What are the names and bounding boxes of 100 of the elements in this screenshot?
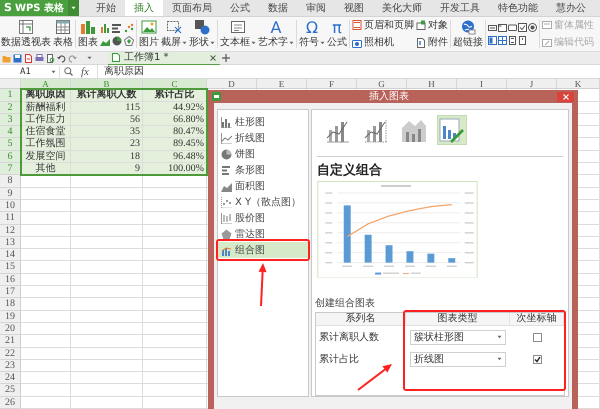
cell[interactable]: 其他 <box>21 163 71 176</box>
cell[interactable] <box>21 188 71 200</box>
row-number[interactable]: 23 <box>0 360 21 372</box>
row-number[interactable]: 24 <box>0 372 21 384</box>
button-control-icon[interactable] <box>508 23 517 32</box>
cell[interactable] <box>143 298 207 311</box>
checkbox-icon[interactable] <box>518 23 527 32</box>
dropdown-caret-icon[interactable] <box>497 357 502 362</box>
chart-style-button[interactable] <box>437 114 467 145</box>
pdf-icon[interactable] <box>24 54 33 63</box>
cell[interactable]: 工作压力 <box>21 114 71 126</box>
caret-icon[interactable] <box>87 56 92 60</box>
print-preview-icon[interactable] <box>46 54 55 63</box>
cell[interactable] <box>21 360 71 372</box>
menu-tab[interactable]: 特色功能 <box>488 0 547 16</box>
row-number[interactable]: 17 <box>0 286 21 298</box>
cell[interactable]: 115 <box>71 102 143 114</box>
caret-icon[interactable] <box>51 70 56 74</box>
menu-tab[interactable]: 慧办公 <box>546 0 595 16</box>
bar-chart-icon[interactable] <box>112 22 122 33</box>
cell[interactable] <box>21 322 71 336</box>
dropdown-caret-icon[interactable] <box>497 335 502 340</box>
list-box-icon[interactable] <box>488 36 497 46</box>
cell[interactable]: 96.48% <box>143 150 207 164</box>
ribbon-command[interactable]: 形状 <box>189 16 215 52</box>
caret-icon[interactable] <box>289 40 294 45</box>
ribbon-command[interactable]: Ω 符号 <box>299 16 325 52</box>
cell[interactable]: 23 <box>71 138 143 151</box>
cell[interactable]: 18 <box>71 150 143 164</box>
row-number[interactable]: 14 <box>0 249 21 262</box>
menu-tab[interactable]: 插入 <box>124 0 163 16</box>
chart-type-item[interactable]: X Y（散点图） <box>218 194 308 210</box>
cell[interactable] <box>21 298 71 311</box>
row-number[interactable]: 11 <box>0 212 21 225</box>
row-number[interactable]: 20 <box>0 322 21 336</box>
chart-type-item[interactable]: 饼图 <box>218 146 308 162</box>
save-icon[interactable] <box>13 54 22 63</box>
ribbon-command[interactable]: 对象 <box>416 20 448 31</box>
menu-tab[interactable]: 开发工具 <box>430 0 489 16</box>
cell[interactable] <box>143 322 207 336</box>
cell[interactable] <box>71 175 143 188</box>
function-label[interactable]: fx <box>81 66 89 78</box>
cell[interactable] <box>143 360 207 372</box>
caret-icon[interactable] <box>182 40 187 45</box>
cell[interactable] <box>143 335 207 348</box>
cell[interactable] <box>71 310 143 323</box>
chart-type-item[interactable]: 股价图 <box>218 210 308 226</box>
cell[interactable] <box>143 286 207 298</box>
cell[interactable]: 66.80% <box>143 114 207 126</box>
printer-icon[interactable] <box>35 54 44 63</box>
ribbon-command[interactable]: 附件 <box>416 37 448 48</box>
chart-type-item[interactable]: 条形图 <box>218 162 308 178</box>
caret-icon[interactable] <box>210 40 215 45</box>
menu-tab[interactable]: 美化大师 <box>372 0 431 16</box>
chart-type-item[interactable]: 折线图 <box>218 130 308 146</box>
row-number[interactable]: 16 <box>0 274 21 286</box>
select-all-corner[interactable] <box>0 79 21 90</box>
cell[interactable] <box>71 348 143 360</box>
cell[interactable] <box>21 212 71 225</box>
cell[interactable] <box>71 200 143 212</box>
cell[interactable] <box>143 348 207 360</box>
document-tab[interactable]: 工作簿1 * <box>108 52 220 65</box>
cell[interactable] <box>21 396 71 409</box>
cell[interactable] <box>21 310 71 323</box>
row-number[interactable]: 19 <box>0 310 21 323</box>
ribbon-command[interactable]: 超链接 <box>453 16 483 52</box>
cell[interactable] <box>21 249 71 262</box>
row-number[interactable]: 10 <box>0 200 21 212</box>
cell[interactable] <box>21 236 71 250</box>
pie-chart-icon[interactable] <box>112 36 122 46</box>
row-number[interactable]: 7 <box>0 163 21 176</box>
row-number[interactable]: 9 <box>0 188 21 200</box>
cell[interactable] <box>71 236 143 250</box>
menu-tab[interactable]: 数据 <box>258 0 297 16</box>
cell[interactable] <box>21 200 71 212</box>
cell[interactable] <box>21 384 71 397</box>
checkbox[interactable] <box>532 332 542 342</box>
ribbon-command[interactable]: 照相机 <box>352 37 414 48</box>
cell[interactable] <box>21 372 71 384</box>
label-control-icon[interactable] <box>488 23 497 32</box>
row-number[interactable]: 18 <box>0 298 21 311</box>
cell[interactable] <box>71 384 143 397</box>
group-box-icon[interactable] <box>498 23 507 32</box>
formula-field[interactable]: 离职原因 <box>96 65 600 78</box>
cell[interactable] <box>143 175 207 188</box>
cell[interactable] <box>71 212 143 225</box>
name-box[interactable]: A1 <box>0 66 60 78</box>
chart-type-item[interactable]: 组合图 <box>218 242 308 258</box>
menu-tab[interactable]: 审阅 <box>296 0 335 16</box>
combo-box-icon[interactable] <box>498 36 507 46</box>
cell[interactable]: 35 <box>71 126 143 138</box>
menu-tab[interactable]: 开始 <box>86 0 125 16</box>
ribbon-command[interactable]: 截屏 <box>161 16 187 52</box>
cell[interactable] <box>71 298 143 311</box>
cell[interactable] <box>143 274 207 286</box>
cell[interactable] <box>143 372 207 384</box>
menu-tab[interactable]: 视图 <box>334 0 373 16</box>
menu-tab[interactable]: 公式 <box>220 0 259 16</box>
close-button[interactable] <box>557 92 574 102</box>
cell[interactable]: 薪酬福利 <box>21 102 71 114</box>
